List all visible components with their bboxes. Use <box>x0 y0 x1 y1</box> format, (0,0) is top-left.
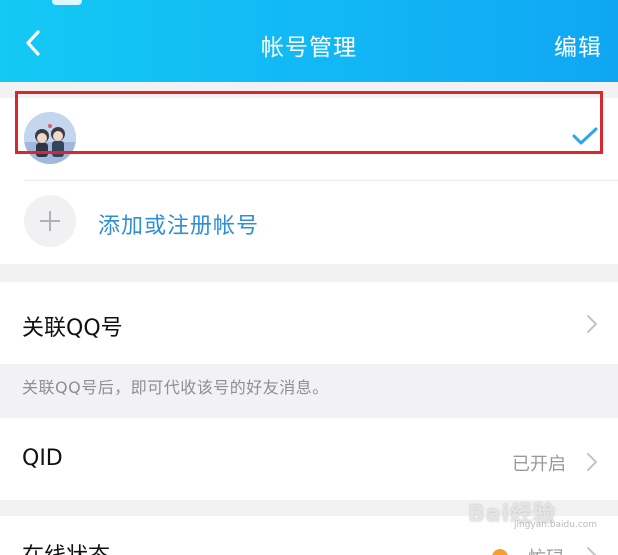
current-account-row[interactable] <box>0 98 618 178</box>
linked-qq-row[interactable]: 关联QQ号 <box>0 282 618 364</box>
linked-qq-note: 关联QQ号后，即可代收该号的好友消息。 <box>22 378 329 397</box>
linked-qq-label: 关联QQ号 <box>22 316 123 341</box>
status-dot-icon <box>492 549 508 555</box>
qid-status-value: 已开启 <box>512 454 566 475</box>
online-status-label: 在线状态 <box>22 538 110 555</box>
chevron-right-icon <box>587 453 597 471</box>
status-bar-fragment <box>52 0 82 5</box>
edit-button[interactable]: 编辑 <box>554 28 602 62</box>
add-account-button[interactable] <box>24 195 76 247</box>
page-title: 帐号管理 <box>261 35 357 61</box>
chevron-right-icon <box>587 315 597 333</box>
online-status-value: 忙碌 <box>528 544 564 555</box>
accounts-card: 添加或注册帐号 <box>0 98 618 264</box>
online-status-row[interactable]: 在线状态 忙碌 <box>0 516 618 555</box>
avatar <box>24 112 76 164</box>
qid-label: QID <box>22 446 63 471</box>
plus-icon <box>40 211 60 231</box>
add-account-row[interactable]: 添加或注册帐号 <box>0 180 618 264</box>
add-account-label: 添加或注册帐号 <box>98 214 260 239</box>
checkmark-icon <box>572 127 598 145</box>
avatar-illustration <box>24 112 76 164</box>
chevron-right-icon <box>587 547 597 555</box>
navigation-bar: 帐号管理 编辑 <box>0 0 618 82</box>
qid-row[interactable]: QID 已开启 <box>0 418 618 500</box>
